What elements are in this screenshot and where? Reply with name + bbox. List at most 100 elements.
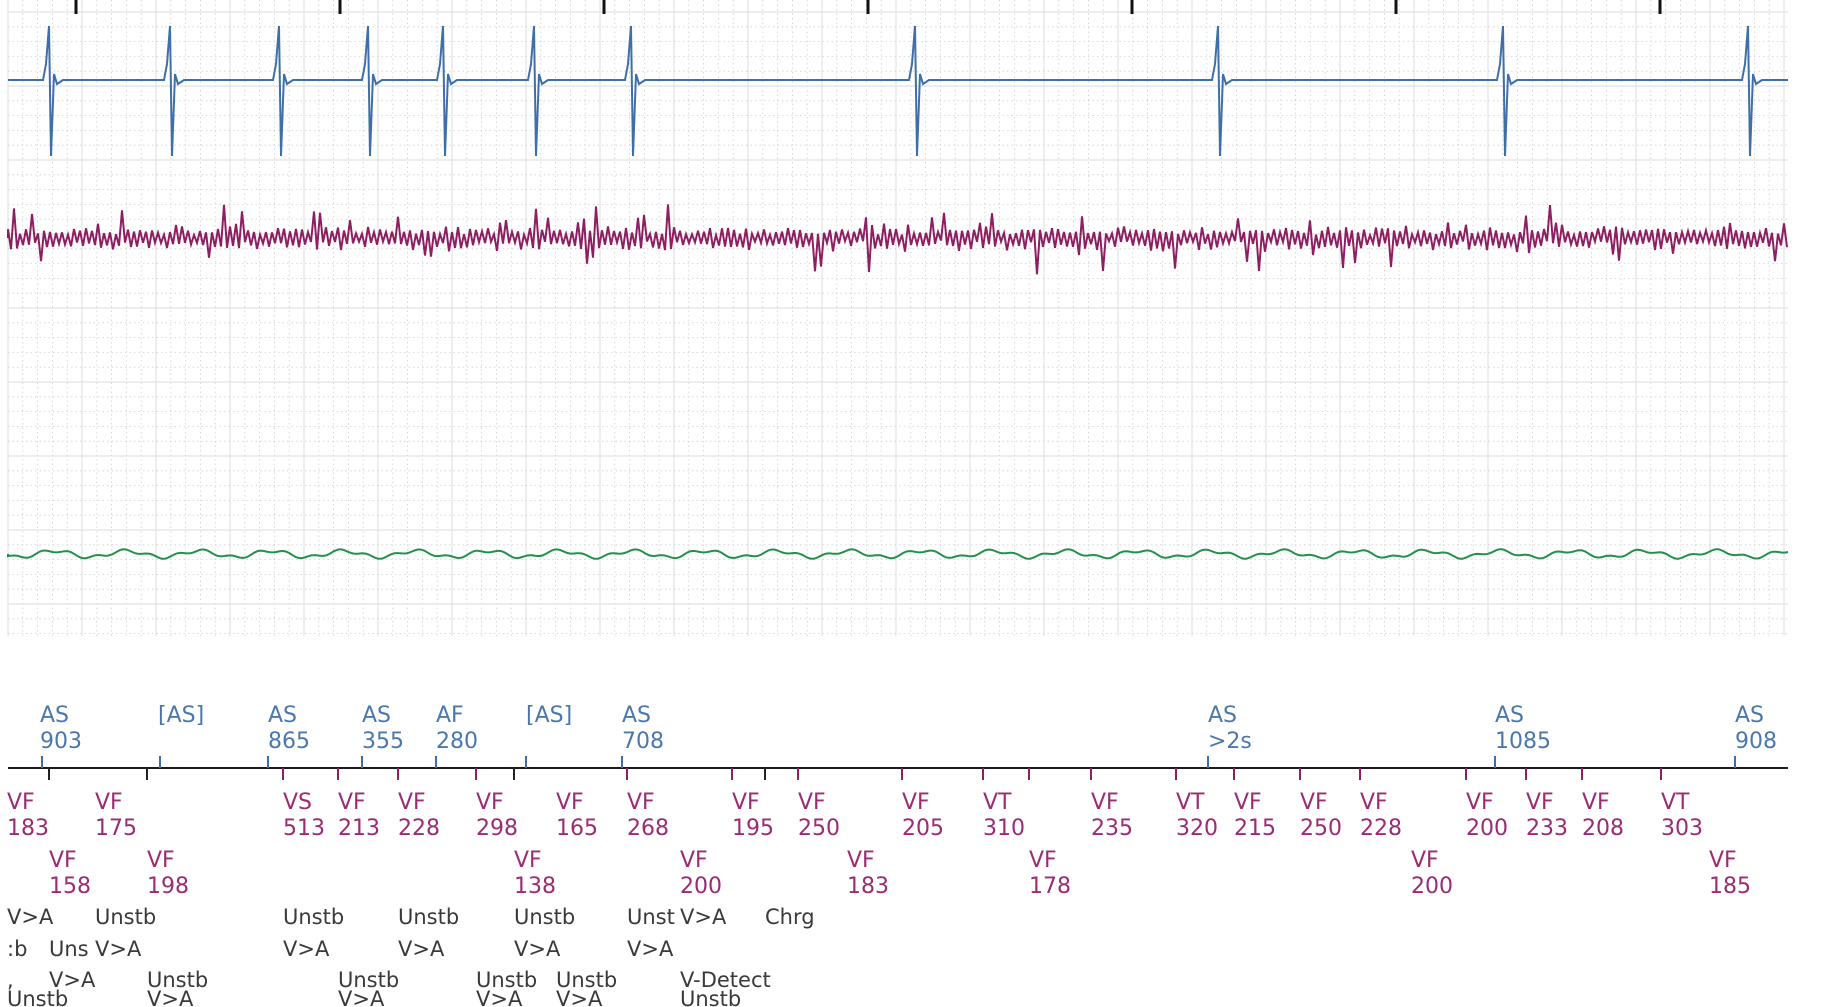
ventricular-marker: VF165 (556, 790, 598, 841)
marker-interval: 165 (556, 816, 598, 841)
ventricular-marker: VT303 (1661, 790, 1703, 841)
status-label: V>A (7, 905, 54, 929)
status-label: :b (7, 937, 27, 961)
ventricular-marker: VF185 (1709, 848, 1751, 899)
marker-code: AF (436, 703, 464, 728)
atrial-marker: AS1085 (1495, 703, 1551, 754)
marker-code: VF (1091, 790, 1119, 815)
marker-code: VF (1466, 790, 1494, 815)
marker-code: VF (476, 790, 504, 815)
marker-code: AS (622, 703, 651, 728)
atrial-marker: AS908 (1735, 703, 1777, 754)
marker-interval: 908 (1735, 729, 1777, 754)
marker-code: VF (1360, 790, 1388, 815)
status-label: V>A (398, 937, 445, 961)
marker-interval: 195 (732, 816, 774, 841)
marker-interval: 213 (338, 816, 380, 841)
marker-code: VF (1029, 848, 1057, 873)
marker-interval: 303 (1661, 816, 1703, 841)
status-label: V>A (627, 937, 674, 961)
marker-interval: 320 (1176, 816, 1218, 841)
atrial-egm-trace (8, 25, 1788, 157)
marker-interval: 1085 (1495, 729, 1551, 754)
atrial-marker: AS865 (268, 703, 310, 754)
ventricular-marker: VF205 (902, 790, 944, 841)
marker-interval: 178 (1029, 874, 1071, 899)
marker-code: VF (627, 790, 655, 815)
marker-interval: 268 (627, 816, 669, 841)
ventricular-marker: VF228 (398, 790, 440, 841)
marker-interval: 183 (847, 874, 889, 899)
marker-interval: 228 (398, 816, 440, 841)
marker-code: VT (983, 790, 1012, 815)
marker-code: VS (283, 790, 312, 815)
egm-strip: AS903 [AS] AS865 AS355 AF280 [AS] AS708 … (7, 0, 1789, 1007)
status-label: V>A (95, 937, 142, 961)
marker-interval: 310 (983, 816, 1025, 841)
ventricular-marker: VF183 (7, 790, 49, 841)
marker-code: VF (1300, 790, 1328, 815)
ventricular-marker: VF195 (732, 790, 774, 841)
atrial-marker: AS903 (40, 703, 82, 754)
marker-interval: 198 (147, 874, 189, 899)
marker-code: AS (362, 703, 391, 728)
marker-code: AS (1208, 703, 1237, 728)
marker-code: VF (49, 848, 77, 873)
marker-code: VF (556, 790, 584, 815)
marker-code: VF (1234, 790, 1262, 815)
marker-code: VF (338, 790, 366, 815)
ventricular-marker: VS513 (283, 790, 325, 841)
marker-interval: 708 (622, 729, 664, 754)
marker-code: VF (732, 790, 760, 815)
status-label: Unstb (514, 905, 575, 929)
marker-interval: 138 (514, 874, 556, 899)
ventricular-marker: VF158 (49, 848, 91, 899)
ventricular-marker: VF183 (847, 848, 889, 899)
ecg-grid (7, 0, 1788, 636)
ventricular-marker: VT320 (1176, 790, 1218, 841)
marker-code: AS (1495, 703, 1524, 728)
marker-interval: 280 (436, 729, 478, 754)
marker-code: VT (1661, 790, 1690, 815)
marker-interval: 200 (1466, 816, 1508, 841)
marker-interval: 185 (1709, 874, 1751, 899)
marker-code: VF (7, 790, 35, 815)
marker-code: VF (398, 790, 426, 815)
status-label: Unstb (7, 987, 68, 1007)
atrial-marker: [AS] (158, 703, 204, 728)
marker-interval: 903 (40, 729, 82, 754)
marker-code: VF (1709, 848, 1737, 873)
ventricular-marker: VF228 (1360, 790, 1402, 841)
atrial-marker: AS708 (622, 703, 664, 754)
ventricular-marker: VF213 (338, 790, 380, 841)
marker-interval: 513 (283, 816, 325, 841)
status-label: Unstb (95, 905, 156, 929)
marker-interval: 183 (7, 816, 49, 841)
ventricular-marker: VF138 (514, 848, 556, 899)
ventricular-marker: VF200 (1466, 790, 1508, 841)
marker-interval: 250 (798, 816, 840, 841)
shock-channel-trace (7, 548, 1789, 560)
ventricular-marker: VT310 (983, 790, 1025, 841)
ventricular-marker: VF200 (1411, 848, 1453, 899)
marker-interval: 250 (1300, 816, 1342, 841)
marker-interval: 228 (1360, 816, 1402, 841)
ventricular-marker: VF298 (476, 790, 518, 841)
ventricular-marker-row: VF183 VF175 VS513 VF213 VF228 VF298 VF16… (7, 790, 1751, 899)
marker-interval: 298 (476, 816, 518, 841)
ventricular-marker: VF250 (798, 790, 840, 841)
ventricular-marker: VF175 (95, 790, 137, 841)
marker-code: [AS] (526, 703, 572, 728)
marker-code: VF (902, 790, 930, 815)
marker-interval: 865 (268, 729, 310, 754)
marker-code: VF (1582, 790, 1610, 815)
status-label: V>A (476, 987, 523, 1007)
marker-interval: 355 (362, 729, 404, 754)
status-label: Unstb (398, 905, 459, 929)
marker-code: AS (268, 703, 297, 728)
marker-code: AS (1735, 703, 1764, 728)
ventricular-marker: VF178 (1029, 848, 1071, 899)
marker-interval: 200 (680, 874, 722, 899)
ventricular-marker: VF235 (1091, 790, 1133, 841)
atrial-marker: AS>2s (1208, 703, 1252, 754)
